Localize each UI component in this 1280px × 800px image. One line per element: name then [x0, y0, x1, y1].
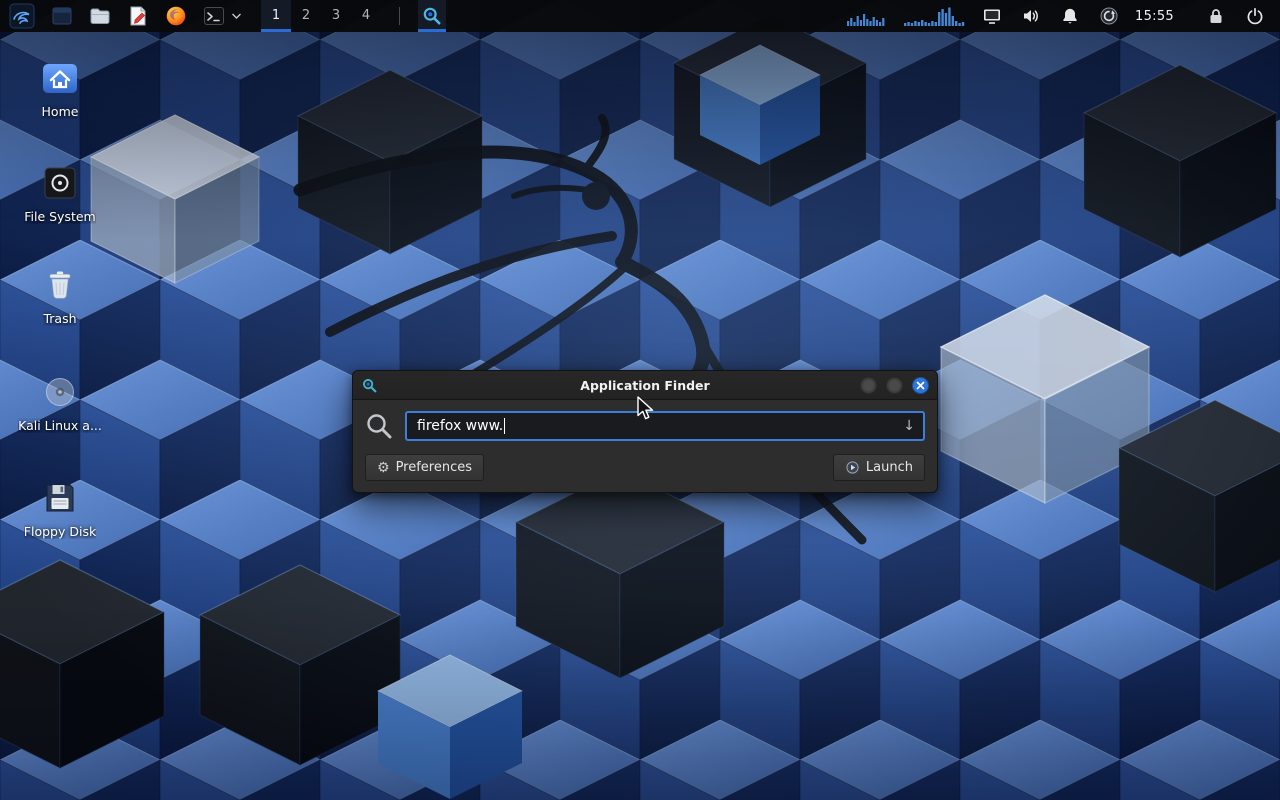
kali-menu-button[interactable] — [6, 0, 38, 32]
refresh-circle-icon — [1099, 6, 1119, 26]
search-input-value: firefox www. — [417, 418, 503, 434]
workspace-1-button[interactable]: 1 — [261, 0, 291, 32]
search-icon — [365, 412, 393, 440]
search-input[interactable]: firefox www. ↓ — [405, 411, 925, 441]
maximize-button[interactable] — [886, 377, 903, 394]
bell-icon — [1060, 6, 1080, 26]
desktop-icon-trash[interactable]: Trash — [12, 265, 108, 326]
window-icon — [51, 5, 73, 27]
window-title: Application Finder — [353, 378, 937, 393]
preferences-button[interactable]: ⚙ Preferences — [365, 454, 484, 481]
desktop-icon-label: Floppy Disk — [24, 524, 96, 539]
chevron-down-icon — [231, 11, 242, 21]
display-settings-button[interactable] — [979, 0, 1005, 32]
cpu-monitor-graph[interactable] — [845, 5, 889, 27]
application-finder-taskbar-button[interactable] — [418, 0, 446, 32]
kali-dragon-icon — [9, 3, 35, 29]
dropdown-arrow-icon[interactable]: ↓ — [903, 418, 915, 434]
desktop-icon-label: Trash — [43, 311, 76, 326]
workspace-3-button[interactable]: 3 — [321, 0, 351, 32]
folder-icon — [89, 5, 111, 27]
clock[interactable]: 15:55 — [1135, 9, 1174, 24]
file-manager-button[interactable] — [86, 0, 114, 32]
desktop-icon-label: Kali Linux a... — [18, 418, 102, 433]
gear-icon: ⚙ — [377, 461, 390, 475]
lock-screen-button[interactable] — [1203, 0, 1229, 32]
notifications-button[interactable] — [1057, 0, 1083, 32]
trash-icon — [40, 265, 80, 305]
desktop-icon-home[interactable]: Home — [12, 58, 108, 119]
file-system-icon — [40, 163, 80, 203]
text-editor-button[interactable] — [124, 0, 152, 32]
volume-button[interactable] — [1018, 0, 1044, 32]
power-icon — [1245, 6, 1265, 26]
floppy-icon — [40, 478, 80, 518]
close-icon — [916, 381, 925, 390]
desktop-icon-file-system[interactable]: File System — [12, 163, 108, 224]
firefox-button[interactable] — [162, 0, 190, 32]
minimize-button[interactable] — [860, 377, 877, 394]
logout-button[interactable] — [1242, 0, 1268, 32]
home-icon — [40, 58, 80, 98]
desktop-icon-floppy-disk[interactable]: Floppy Disk — [12, 478, 108, 539]
document-icon — [127, 5, 149, 27]
workspace-switcher: 1 2 3 4 — [261, 0, 381, 32]
desktop-icon-kali-docs[interactable]: Kali Linux a... — [12, 372, 108, 433]
window-controls — [860, 377, 929, 394]
network-monitor-graph[interactable] — [902, 5, 966, 27]
app-finder-icon — [421, 5, 443, 27]
desktop: 1 2 3 4 — [0, 0, 1280, 800]
lock-icon — [1206, 6, 1226, 26]
speaker-icon — [1021, 6, 1041, 26]
workspace-2-button[interactable]: 2 — [291, 0, 321, 32]
launch-button[interactable]: Launch — [833, 454, 925, 481]
launch-label: Launch — [866, 460, 913, 475]
app-finder-window-icon — [361, 377, 378, 394]
terminal-dropdown-button[interactable] — [230, 0, 243, 32]
top-panel: 1 2 3 4 — [0, 0, 1280, 32]
workspace-4-button[interactable]: 4 — [351, 0, 381, 32]
firefox-icon — [165, 5, 187, 27]
show-desktop-button[interactable] — [48, 0, 76, 32]
disc-icon — [40, 372, 80, 412]
update-status-button[interactable] — [1096, 0, 1122, 32]
terminal-button[interactable] — [200, 0, 228, 32]
application-finder-window: Application Finder firefox www. — [352, 370, 938, 493]
terminal-icon — [203, 5, 225, 27]
launch-icon — [845, 460, 860, 475]
preferences-label: Preferences — [396, 460, 472, 475]
text-caret — [504, 418, 505, 434]
desktop-icon-label: File System — [24, 209, 96, 224]
panel-separator — [399, 7, 400, 25]
titlebar[interactable]: Application Finder — [353, 371, 937, 400]
display-icon — [982, 6, 1002, 26]
close-button[interactable] — [912, 377, 929, 394]
desktop-icon-label: Home — [42, 104, 79, 119]
